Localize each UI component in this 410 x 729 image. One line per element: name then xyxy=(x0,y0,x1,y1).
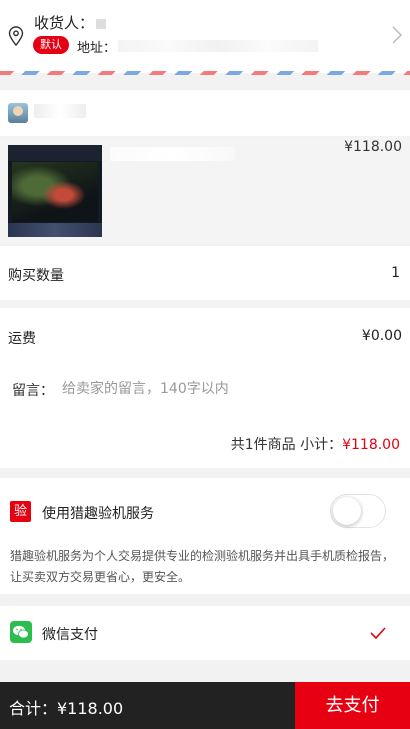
shipping-message-section: 运费 ¥0.00 留言： 共1件商品 小计：¥118.00 xyxy=(0,308,410,468)
total-amount: 合计：¥118.00 xyxy=(9,699,124,718)
airmail-border xyxy=(0,71,410,75)
toggle-knob xyxy=(333,497,361,525)
chevron-right-icon[interactable] xyxy=(391,26,403,44)
product-thumbnail xyxy=(8,145,102,237)
wechat-icon xyxy=(10,621,32,643)
shipping-label: 运费 xyxy=(8,331,36,347)
quantity-label: 购买数量 xyxy=(8,268,64,284)
subtotal-count-text: 共1件商品 小计： xyxy=(230,437,343,453)
quantity-value: 1 xyxy=(391,265,400,281)
inspection-section: 验 使用猎趣验机服务 猎趣验机服务为个人交易提供专业的检测验机服务并出具手机质检… xyxy=(0,478,410,594)
address-redacted xyxy=(118,40,318,52)
message-input[interactable] xyxy=(62,378,362,400)
inspection-badge-icon: 验 xyxy=(10,501,31,522)
subtotal-line: 共1件商品 小计：¥118.00 xyxy=(231,434,400,454)
shop-row[interactable] xyxy=(0,90,410,136)
checkmark-icon xyxy=(370,627,386,639)
receiver-label: 收货人： xyxy=(34,14,95,32)
message-label: 留言： xyxy=(12,383,54,399)
shop-avatar xyxy=(8,103,28,123)
inspection-label: 使用猎趣验机服务 xyxy=(42,506,154,522)
product-price: ¥118.00 xyxy=(344,139,402,155)
subtotal-amount: ¥118.00 xyxy=(342,437,400,453)
inspection-toggle[interactable] xyxy=(330,494,386,528)
default-badge: 默认 xyxy=(33,36,69,54)
inspection-description: 猎趣验机服务为个人交易提供专业的检测验机服务并出具手机质检报告，让买卖双方交易更… xyxy=(10,549,395,584)
address-section[interactable]: 收货人： 默认 地址： xyxy=(0,0,410,73)
location-icon xyxy=(8,26,24,46)
product-title-redacted xyxy=(110,147,235,161)
shop-name-redacted xyxy=(34,104,86,118)
receiver-line: 收货人： xyxy=(34,12,107,33)
pay-button[interactable]: 去支付 xyxy=(295,682,410,729)
receiver-name-redacted xyxy=(96,18,107,29)
shipping-value: ¥0.00 xyxy=(361,328,402,344)
order-confirm-page: 收货人： 默认 地址： ¥118.00 购买数量 1 运费 ¥0.00 留言： … xyxy=(0,0,410,729)
address-label: 地址： xyxy=(77,41,117,56)
payment-method-row[interactable]: 微信支付 xyxy=(0,606,410,660)
payment-label: 微信支付 xyxy=(42,627,98,643)
quantity-row: 购买数量 1 xyxy=(0,246,410,300)
